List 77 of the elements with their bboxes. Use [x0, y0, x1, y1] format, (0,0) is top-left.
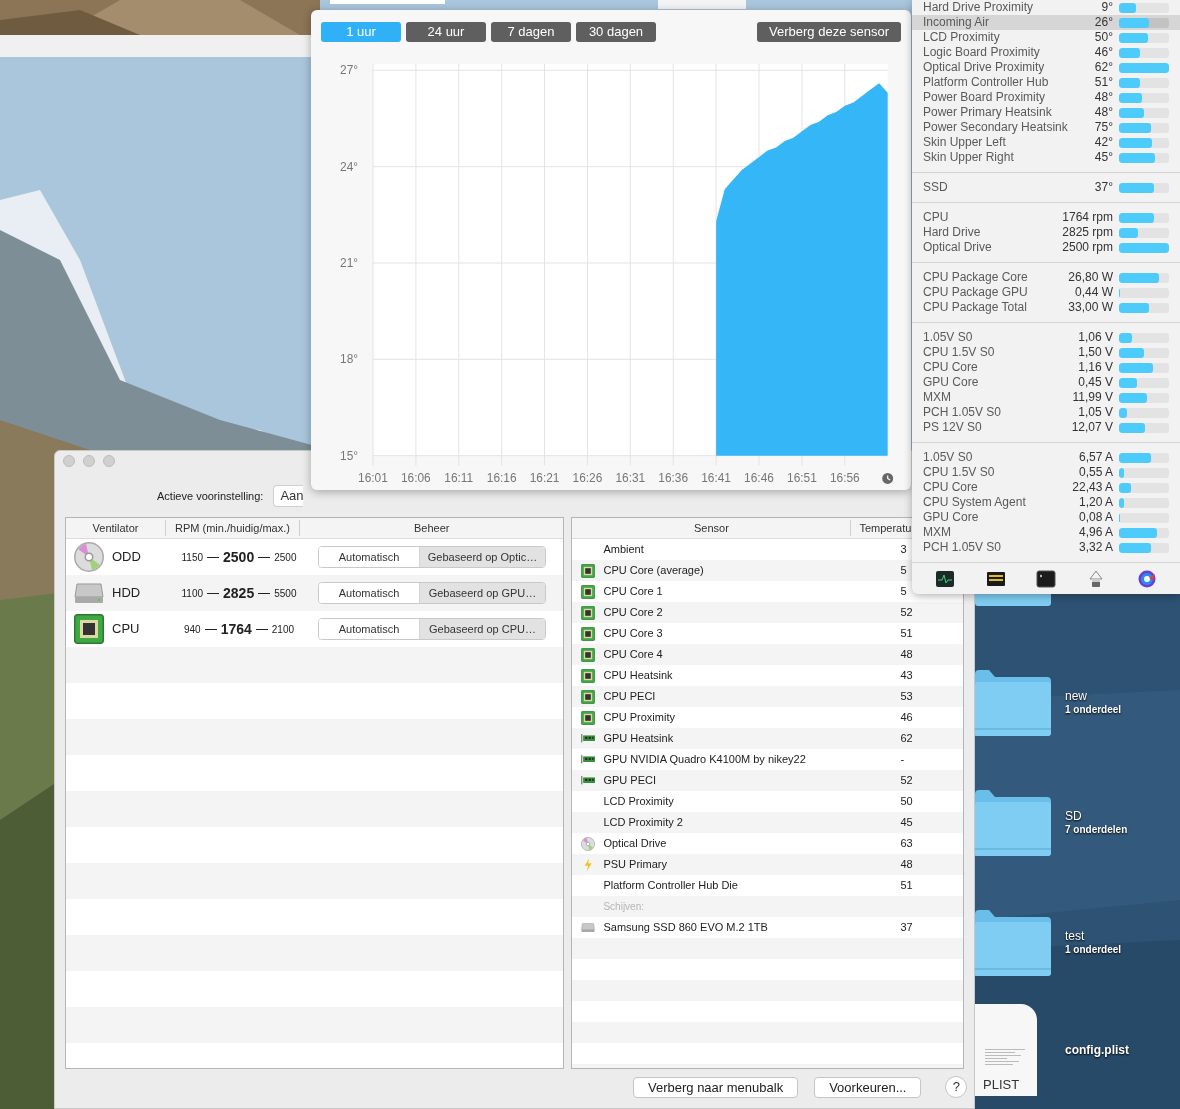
folder-name: test — [1065, 929, 1086, 945]
menu-row[interactable]: Optical Drive Proximity 62° — [912, 60, 1180, 75]
menu-row[interactable]: Hard Drive Proximity 9° — [912, 0, 1180, 15]
menu-row[interactable]: PS 12V S0 12,07 V — [912, 420, 1180, 435]
sensor-reading: 48° — [1093, 105, 1113, 120]
menu-row[interactable]: CPU Core 1,16 V — [912, 360, 1180, 375]
menu-row[interactable]: CPU Package Total 33,00 W — [912, 300, 1180, 315]
file-type-label: PLIST — [983, 1075, 1021, 1094]
item-count: 7 onderdelen — [1065, 824, 1128, 837]
menu-row[interactable]: CPU Core 22,43 A — [912, 480, 1180, 495]
menu-row[interactable]: 1.05V S0 1,06 V — [912, 330, 1180, 345]
sensor-reading: 48° — [1093, 90, 1113, 105]
menu-row[interactable]: Hard Drive 2825 rpm — [912, 225, 1180, 240]
sensor-reading: 9° — [1100, 0, 1113, 15]
menu-row[interactable]: CPU 1.5V S0 1,50 V — [912, 345, 1180, 360]
sensor-reading: 50° — [1093, 30, 1113, 45]
menu-row[interactable]: Logic Board Proximity 46° — [912, 45, 1180, 60]
sensor-reading: 1,06 V — [1077, 330, 1113, 345]
menu-row[interactable]: CPU Package Core 26,80 W — [912, 270, 1180, 285]
sensor-reading: 6,57 A — [1077, 450, 1113, 465]
sensor-reading: 46° — [1093, 45, 1113, 60]
menu-row[interactable]: SSD 37° — [912, 180, 1180, 195]
sensor-reading: 0,55 A — [1077, 465, 1113, 480]
sensor-reading: 2500 rpm — [1061, 240, 1113, 255]
sensor-reading: 11,99 V — [1071, 390, 1113, 405]
file-name: config.plist — [1065, 1042, 1129, 1059]
sensor-reading: 1,20 A — [1077, 495, 1113, 510]
folder-icon[interactable] — [975, 670, 1051, 736]
sensor-reading: 26,80 W — [1067, 270, 1113, 285]
menu-row[interactable]: CPU 1764 rpm — [912, 210, 1180, 225]
sensor-reading: 4,96 A — [1077, 525, 1113, 540]
sensor-reading: 75° — [1093, 120, 1113, 135]
sensor-reading: 22,43 A — [1071, 480, 1113, 495]
folder-icon[interactable] — [975, 790, 1051, 856]
sensor-reading: 1,50 V — [1077, 345, 1113, 360]
menu-row[interactable]: LCD Proximity 50° — [912, 30, 1180, 45]
menu-row[interactable]: CPU 1.5V S0 0,55 A — [912, 465, 1180, 480]
disk-utility-icon[interactable] — [1136, 568, 1157, 589]
sensor-reading: 1764 rpm — [1061, 210, 1113, 225]
sensor-reading: 42° — [1093, 135, 1113, 150]
menu-row[interactable]: CPU System Agent 1,20 A — [912, 495, 1180, 510]
sensor-reading: 3,32 A — [1077, 540, 1113, 555]
sensor-reading: 2825 rpm — [1061, 225, 1113, 240]
sensor-reading: 0,45 V — [1077, 375, 1113, 390]
file-icon[interactable]: PLIST — [975, 1004, 1037, 1096]
menu-row[interactable]: 1.05V S0 6,57 A — [912, 450, 1180, 465]
sensor-reading: 37° — [1093, 180, 1113, 195]
sensor-reading: 1,05 V — [1077, 405, 1113, 420]
menu-row[interactable]: Power Board Proximity 48° — [912, 90, 1180, 105]
sensor-reading: 12,07 V — [1070, 420, 1113, 435]
folder-name: SD — [1065, 809, 1083, 825]
sensor-reading: 45° — [1093, 150, 1113, 165]
menu-row[interactable]: CPU Package GPU 0,44 W — [912, 285, 1180, 300]
menu-row[interactable]: Platform Controller Hub 51° — [912, 75, 1180, 90]
menu-row[interactable]: Optical Drive 2500 rpm — [912, 240, 1180, 255]
sensor-reading: 0,08 A — [1077, 510, 1113, 525]
menu-row[interactable]: Power Primary Heatsink 48° — [912, 105, 1180, 120]
menu-row[interactable]: MXM 11,99 V — [912, 390, 1180, 405]
menu-row[interactable]: Skin Upper Left 42° — [912, 135, 1180, 150]
folder-icon[interactable] — [975, 910, 1051, 976]
folder-name: new — [1065, 689, 1088, 705]
menu-row[interactable]: PCH 1.05V S0 1,05 V — [912, 405, 1180, 420]
sensor-reading: 62° — [1093, 60, 1113, 75]
menu-row[interactable]: GPU Core 0,45 V — [912, 375, 1180, 390]
menu-row[interactable]: Power Secondary Heatsink 75° — [912, 120, 1180, 135]
sensor-reading: 0,44 W — [1074, 285, 1113, 300]
sensor-reading: 1,16 V — [1077, 360, 1113, 375]
menu-row[interactable]: MXM 4,96 A — [912, 525, 1180, 540]
menu-row[interactable]: Skin Upper Right 45° — [912, 150, 1180, 165]
sensor-reading: 33,00 W — [1067, 300, 1113, 315]
sensor-reading: 26° — [1093, 15, 1113, 30]
item-count: 1 onderdeel — [1065, 704, 1122, 717]
terminal-icon[interactable] — [1035, 568, 1056, 589]
sensor-reading: 51° — [1093, 75, 1113, 90]
menu-row[interactable]: GPU Core 0,08 A — [912, 510, 1180, 525]
item-count: 1 onderdeel — [1065, 944, 1122, 957]
menu-row[interactable]: Incoming Air 26° — [912, 15, 1180, 30]
